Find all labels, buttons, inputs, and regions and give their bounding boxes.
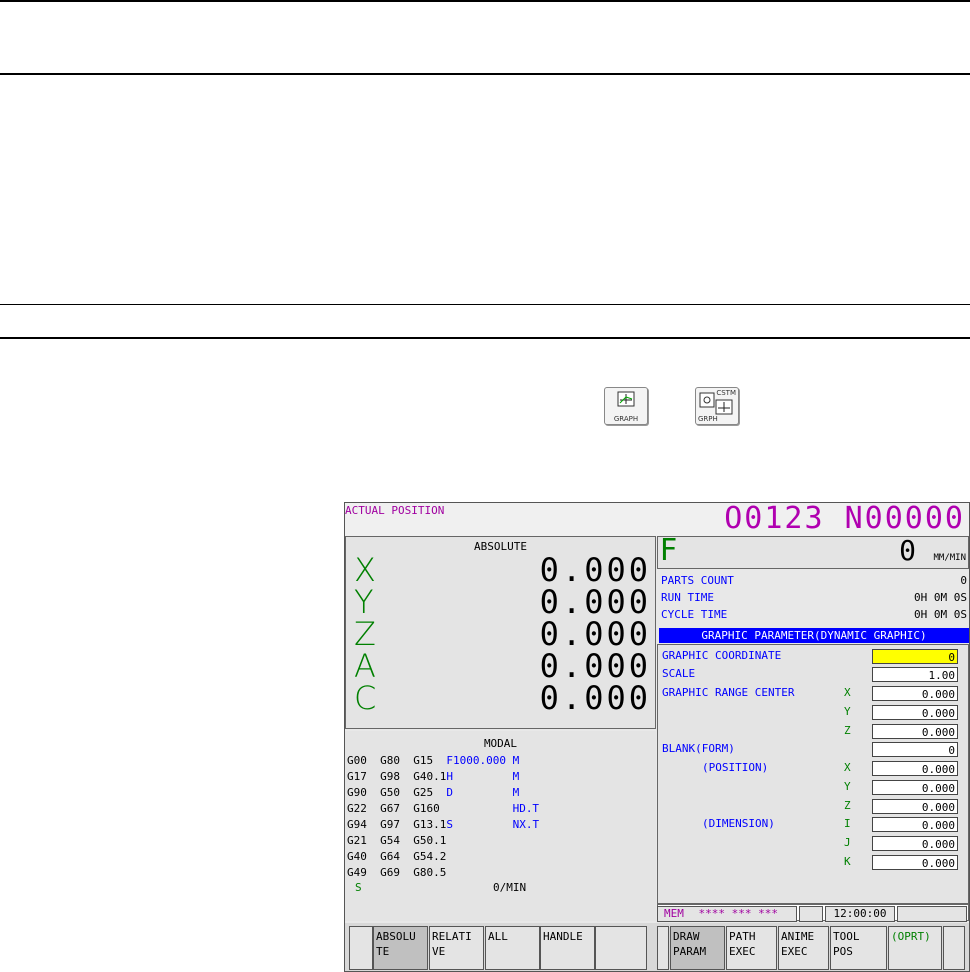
count-label: PARTS COUNT — [661, 574, 734, 587]
blank-form-field[interactable]: 0 — [872, 742, 958, 757]
clock: 12:00:00 — [825, 906, 895, 922]
dimension-axis: K — [844, 855, 851, 868]
position-field[interactable]: 0.000 — [872, 761, 958, 776]
softkey-relative[interactable]: RELATI VE — [429, 926, 484, 970]
modal-row: G21 G54 G50.1 — [347, 834, 447, 847]
softkey-next[interactable] — [943, 926, 965, 970]
position-axis: Z — [844, 799, 851, 812]
program-number: O0123 N00000 — [724, 501, 965, 536]
position-field[interactable]: 0.000 — [872, 799, 958, 814]
feed-value: 0 — [899, 534, 916, 567]
position-label: (POSITION) — [702, 761, 769, 774]
mode-status: MEM **** *** *** — [657, 906, 797, 922]
status-stars: **** *** *** — [698, 907, 778, 920]
custom-graph-key-top-label: CSTM — [716, 389, 736, 397]
count-value: 0 — [960, 574, 967, 587]
absolute-position-panel: ABSOLUTE X 0.000 Y 0.000 Z 0.000 A 0.000… — [345, 536, 656, 729]
dimension-field[interactable]: 0.000 — [872, 817, 958, 832]
right-panel: F 0 MM/MIN PARTS COUNT 0 RUN TIME 0H 0M … — [657, 533, 969, 921]
graph-key-label: GRAPH — [613, 415, 639, 423]
softkey-tool-pos[interactable]: TOOL POS — [830, 926, 887, 970]
range-axis: X — [844, 686, 851, 699]
softkey-path-exec[interactable]: PATH EXEC — [726, 926, 777, 970]
modal-row: G00 G80 G15 F1000.000 M — [347, 754, 520, 767]
feed-label: F — [660, 533, 678, 568]
modal-row: G94 G97 G13.1S NX.T — [347, 818, 540, 831]
cnc-screen: ACTUAL POSITION O0123 N00000 ABSOLUTE X … — [344, 501, 970, 972]
range-field[interactable]: 0.000 — [872, 724, 958, 739]
modal-row: G49 G69 G80.5 — [347, 866, 447, 879]
status-bar: MEM **** *** *** 12:00:00 — [657, 906, 969, 924]
axis-name: C — [354, 679, 377, 717]
scale-label: SCALE — [662, 667, 696, 680]
range-axis: Y — [844, 705, 851, 718]
screen-header: ACTUAL POSITION O0123 N00000 — [345, 501, 969, 536]
softkey-bar: ABSOLU TE RELATI VE ALL HANDLE DRAW PARA… — [345, 923, 969, 971]
feed-box: F 0 MM/MIN — [657, 533, 969, 569]
blank-form-label: BLANK(FORM) — [662, 742, 735, 755]
range-field[interactable]: 0.000 — [872, 686, 958, 701]
mode-label: MEM — [664, 907, 684, 920]
count-label: CYCLE TIME — [661, 608, 728, 621]
spindle-label: S — [355, 881, 362, 894]
softkey-operation[interactable]: (OPRT) — [888, 926, 942, 970]
status-empty-box — [799, 906, 823, 922]
status-empty-box — [897, 906, 967, 922]
position-field[interactable]: 0.000 — [872, 780, 958, 795]
coordinate-field[interactable]: 0 — [872, 649, 958, 664]
count-value: 0H 0M 0S — [914, 608, 967, 621]
custom-graph-key-label: GRPH — [698, 415, 718, 423]
dimension-axis: I — [844, 817, 851, 830]
softkey-absolute[interactable]: ABSOLU TE — [373, 926, 428, 970]
coordinate-label: GRAPHIC COORDINATE — [662, 649, 782, 662]
modal-row: G40 G64 G54.2 — [347, 850, 447, 863]
softkey-return[interactable] — [657, 926, 669, 970]
axis-value: 0.000 — [539, 679, 651, 717]
screen-title: ACTUAL POSITION — [345, 504, 445, 517]
feed-unit: MM/MIN — [933, 553, 966, 563]
modal-row: G17 G98 G40.1H M — [347, 770, 520, 783]
count-value: 0H 0M 0S — [914, 591, 967, 604]
dimension-field[interactable]: 0.000 — [872, 836, 958, 851]
position-axis: X — [844, 761, 851, 774]
custom-graph-key-icon: CSTM GRPH — [695, 387, 739, 425]
graph-key-icon: GRAPH — [604, 387, 648, 425]
graphic-parameter-area: GRAPHIC COORDINATE 0 SCALE 1.00 GRAPHIC … — [657, 644, 969, 904]
modal-row: G90 G50 G25 D M — [347, 786, 520, 799]
modal-heading: MODAL — [483, 737, 518, 750]
softkey-left-arrow[interactable] — [349, 926, 373, 970]
dimension-axis: J — [844, 836, 851, 849]
dimension-label: (DIMENSION) — [702, 817, 775, 830]
range-axis: Z — [844, 724, 851, 737]
count-label: RUN TIME — [661, 591, 714, 604]
top-rule — [0, 0, 970, 2]
feed-rate-value: 0/MIN — [493, 881, 527, 894]
softkey-all[interactable]: ALL — [485, 926, 540, 970]
position-axis: Y — [844, 780, 851, 793]
table-rule-bottom — [0, 337, 970, 339]
table-rule-top — [0, 304, 970, 305]
modal-panel: MODAL G00 G80 G15 F1000.000 M G17 G98 G4… — [345, 731, 656, 921]
modal-row: G22 G67 G160 HD.T — [347, 802, 540, 815]
softkey-handle[interactable]: HANDLE — [540, 926, 595, 970]
section-rule — [0, 73, 970, 75]
range-center-label: GRAPHIC RANGE CENTER — [662, 686, 795, 699]
scale-field[interactable]: 1.00 — [872, 667, 958, 682]
range-field[interactable]: 0.000 — [872, 705, 958, 720]
softkey-anime-exec[interactable]: ANIME EXEC — [778, 926, 829, 970]
dimension-field[interactable]: 0.000 — [872, 855, 958, 870]
softkey-draw-param[interactable]: DRAW PARAM — [670, 926, 725, 970]
graphic-parameter-bar: GRAPHIC PARAMETER(DYNAMIC GRAPHIC) — [659, 628, 969, 643]
softkey-blank[interactable] — [595, 926, 647, 970]
